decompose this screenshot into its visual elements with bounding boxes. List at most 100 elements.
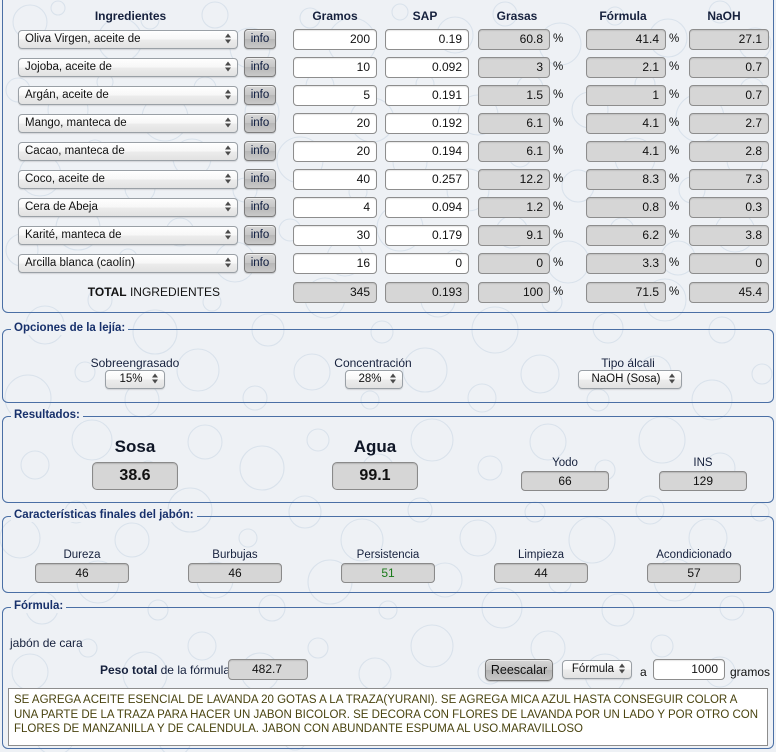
stepper-arrows-icon bbox=[225, 257, 232, 270]
naoh-value: 0.7 bbox=[689, 57, 769, 78]
formula-value: 3.3 bbox=[586, 253, 666, 274]
quality-value: 46 bbox=[35, 563, 129, 583]
gramos-input[interactable]: 20 bbox=[293, 113, 377, 134]
rescale-units: gramos bbox=[730, 665, 771, 679]
stepper-arrows-icon bbox=[225, 61, 232, 74]
sap-input[interactable]: 0.179 bbox=[385, 225, 469, 246]
info-button[interactable]: info bbox=[244, 29, 276, 49]
ingredient-select[interactable]: Coco, aceite de bbox=[18, 170, 238, 189]
info-button[interactable]: info bbox=[244, 197, 276, 217]
stepper-arrows-icon bbox=[152, 373, 159, 386]
ingredient-name: Mango, manteca de bbox=[25, 117, 127, 129]
stepper-arrows-icon bbox=[225, 229, 232, 242]
quality-label: Dureza bbox=[63, 549, 101, 561]
grasas-value: 1.5 bbox=[478, 85, 550, 106]
formula-percent-symbol: % bbox=[669, 61, 680, 73]
column-header-ingredientes: Ingredientes bbox=[94, 9, 167, 23]
info-button[interactable]: info bbox=[244, 85, 276, 105]
info-button[interactable]: info bbox=[244, 113, 276, 133]
concentration-select[interactable]: 28% bbox=[345, 370, 403, 389]
results-legend: Resultados: bbox=[11, 409, 83, 422]
gramos-input[interactable]: 10 bbox=[293, 57, 377, 78]
superfat-select[interactable]: 15% bbox=[105, 370, 165, 389]
grasas-value: 60.8 bbox=[478, 29, 550, 50]
total-formula-percent: % bbox=[669, 286, 680, 298]
quality-value: 51 bbox=[341, 563, 435, 583]
rescale-button[interactable]: Reescalar bbox=[485, 659, 553, 681]
formula-value: 4.1 bbox=[586, 113, 666, 134]
sosa-value: 38.6 bbox=[92, 462, 178, 490]
grasas-value: 0 bbox=[478, 253, 550, 274]
formula-percent-symbol: % bbox=[669, 117, 680, 129]
formula-value: 0.8 bbox=[586, 197, 666, 218]
ingredient-name: Arcilla blanca (caolín) bbox=[25, 257, 135, 269]
grasas-percent-symbol: % bbox=[553, 229, 564, 241]
ingredient-select[interactable]: Cacao, manteca de bbox=[18, 142, 238, 161]
sosa-label: Sosa bbox=[114, 437, 156, 456]
quality-label: Limpieza bbox=[517, 549, 565, 561]
formula-value: 4.1 bbox=[586, 141, 666, 162]
formula-percent-symbol: % bbox=[669, 201, 680, 213]
formula-percent-symbol: % bbox=[669, 33, 680, 45]
formula-legend: Fórmula: bbox=[11, 600, 67, 613]
ingredient-select[interactable]: Arcilla blanca (caolín) bbox=[18, 254, 238, 273]
total-weight-value: 482.7 bbox=[228, 659, 308, 680]
column-header-naoh: NaOH bbox=[707, 9, 741, 23]
gramos-input[interactable]: 20 bbox=[293, 141, 377, 162]
gramos-input[interactable]: 5 bbox=[293, 85, 377, 106]
ingredient-select[interactable]: Argán, aceite de bbox=[18, 86, 238, 105]
info-button[interactable]: info bbox=[244, 141, 276, 161]
total-weight-label-rest: de la fórmula bbox=[157, 663, 230, 677]
naoh-value: 0 bbox=[689, 253, 769, 274]
grasas-percent-symbol: % bbox=[553, 89, 564, 101]
stepper-arrows-icon bbox=[225, 201, 232, 214]
ins-value: 129 bbox=[659, 471, 747, 491]
total-sap: 0.193 bbox=[385, 282, 469, 303]
formula-value: 8.3 bbox=[586, 169, 666, 190]
ingredient-select[interactable]: Mango, manteca de bbox=[18, 114, 238, 133]
ingredient-select[interactable]: Karité, manteca de bbox=[18, 226, 238, 245]
naoh-value: 3.8 bbox=[689, 225, 769, 246]
formula-percent-symbol: % bbox=[669, 89, 680, 101]
info-button[interactable]: info bbox=[244, 253, 276, 273]
ingredient-select[interactable]: Oliva Virgen, aceite de bbox=[18, 30, 238, 49]
sap-input[interactable]: 0.094 bbox=[385, 197, 469, 218]
stepper-arrows-icon bbox=[225, 173, 232, 186]
alkali-select[interactable]: NaOH (Sosa) bbox=[578, 370, 682, 389]
sap-input[interactable]: 0.19 bbox=[385, 29, 469, 50]
gramos-input[interactable]: 40 bbox=[293, 169, 377, 190]
info-button[interactable]: info bbox=[244, 225, 276, 245]
total-gramos: 345 bbox=[293, 282, 377, 303]
total-label-bold: TOTAL bbox=[87, 285, 127, 299]
grasas-percent-symbol: % bbox=[553, 257, 564, 269]
gramos-input[interactable]: 16 bbox=[293, 253, 377, 274]
stepper-arrows-icon bbox=[225, 145, 232, 158]
quality-value: 44 bbox=[494, 563, 588, 583]
sap-input[interactable]: 0.092 bbox=[385, 57, 469, 78]
sap-input[interactable]: 0.257 bbox=[385, 169, 469, 190]
gramos-input[interactable]: 200 bbox=[293, 29, 377, 50]
ingredient-name: Argán, aceite de bbox=[25, 89, 109, 101]
sap-input[interactable]: 0 bbox=[385, 253, 469, 274]
column-header-grasas: Grasas bbox=[496, 9, 538, 23]
info-button[interactable]: info bbox=[244, 169, 276, 189]
sap-input[interactable]: 0.192 bbox=[385, 113, 469, 134]
ingredient-select[interactable]: Jojoba, aceite de bbox=[18, 58, 238, 77]
gramos-input[interactable]: 4 bbox=[293, 197, 377, 218]
total-formula: 71.5 bbox=[586, 282, 666, 303]
quality-label: Burbujas bbox=[212, 549, 258, 561]
ingredient-select[interactable]: Cera de Abeja bbox=[18, 198, 238, 217]
total-weight-label-bold: Peso total bbox=[99, 663, 158, 677]
sap-input[interactable]: 0.191 bbox=[385, 85, 469, 106]
total-grasas: 100 bbox=[478, 282, 550, 303]
gramos-input[interactable]: 30 bbox=[293, 225, 377, 246]
formula-notes-textarea[interactable]: SE AGREGA ACEITE ESENCIAL DE LAVANDA 20 … bbox=[8, 688, 768, 746]
info-button[interactable]: info bbox=[244, 57, 276, 77]
rescale-mode-select[interactable]: Fórmula bbox=[562, 660, 632, 679]
grasas-percent-symbol: % bbox=[553, 145, 564, 157]
rescale-target-input[interactable]: 1000 bbox=[653, 659, 725, 680]
sap-input[interactable]: 0.194 bbox=[385, 141, 469, 162]
grasas-value: 6.1 bbox=[478, 141, 550, 162]
grasas-value: 1.2 bbox=[478, 197, 550, 218]
formula-percent-symbol: % bbox=[669, 145, 680, 157]
